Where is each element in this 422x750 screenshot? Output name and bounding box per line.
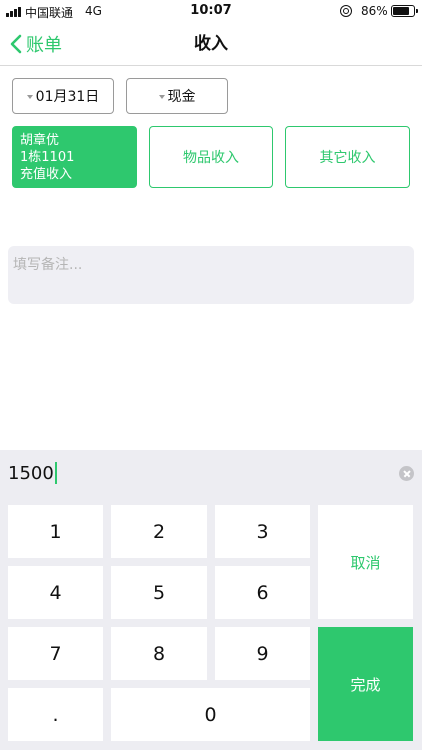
back-chevron-icon (10, 34, 22, 54)
payment-method-value: 现金 (167, 89, 196, 105)
date-dropdown[interactable]: 01月31日 (12, 78, 114, 114)
page-title: 收入 (194, 34, 228, 54)
income-type: 充值收入 (20, 166, 73, 182)
key-2[interactable]: 2 (111, 505, 207, 558)
clear-icon[interactable] (399, 466, 414, 481)
remark-input[interactable] (8, 246, 414, 304)
amount-display[interactable]: 1500 (8, 450, 57, 497)
key-7[interactable]: 7 (8, 627, 103, 680)
back-button[interactable]: 账单 (10, 22, 62, 66)
resident-income-card[interactable]: 胡章优 1栋1101 充值收入 (12, 126, 137, 188)
date-value: 01月31日 (35, 89, 100, 105)
location-lock-icon (340, 5, 352, 17)
key-decimal[interactable]: . (8, 688, 103, 741)
amount-bar[interactable]: 1500 (0, 450, 422, 497)
battery-percent: 86% (361, 4, 388, 18)
battery-icon (391, 5, 418, 17)
text-cursor (54, 461, 57, 484)
key-4[interactable]: 4 (8, 566, 103, 619)
numeric-keypad: 1 2 3 4 5 6 7 8 9 . 0 取消 完成 (0, 497, 422, 750)
key-6[interactable]: 6 (215, 566, 310, 619)
dropdown-caret-icon (158, 95, 165, 99)
key-3[interactable]: 3 (215, 505, 310, 558)
back-label: 账单 (26, 35, 62, 56)
resident-name: 胡章优 (20, 132, 60, 148)
cancel-button[interactable]: 取消 (318, 505, 413, 619)
nav-bar: 账单 收入 (0, 22, 422, 66)
done-button[interactable]: 完成 (318, 627, 413, 741)
goods-income-button[interactable]: 物品收入 (149, 126, 273, 188)
resident-room: 1栋1101 (20, 149, 75, 165)
dropdown-caret-icon (26, 95, 33, 99)
payment-method-dropdown[interactable]: 现金 (126, 78, 228, 114)
amount-value: 1500 (8, 463, 54, 484)
key-0[interactable]: 0 (111, 688, 310, 741)
key-8[interactable]: 8 (111, 627, 207, 680)
status-bar: 中国联通 4G 10:07 86% (0, 0, 422, 22)
key-5[interactable]: 5 (111, 566, 207, 619)
key-9[interactable]: 9 (215, 627, 310, 680)
status-time: 10:07 (190, 3, 232, 18)
key-1[interactable]: 1 (8, 505, 103, 558)
other-income-button[interactable]: 其它收入 (285, 126, 410, 188)
